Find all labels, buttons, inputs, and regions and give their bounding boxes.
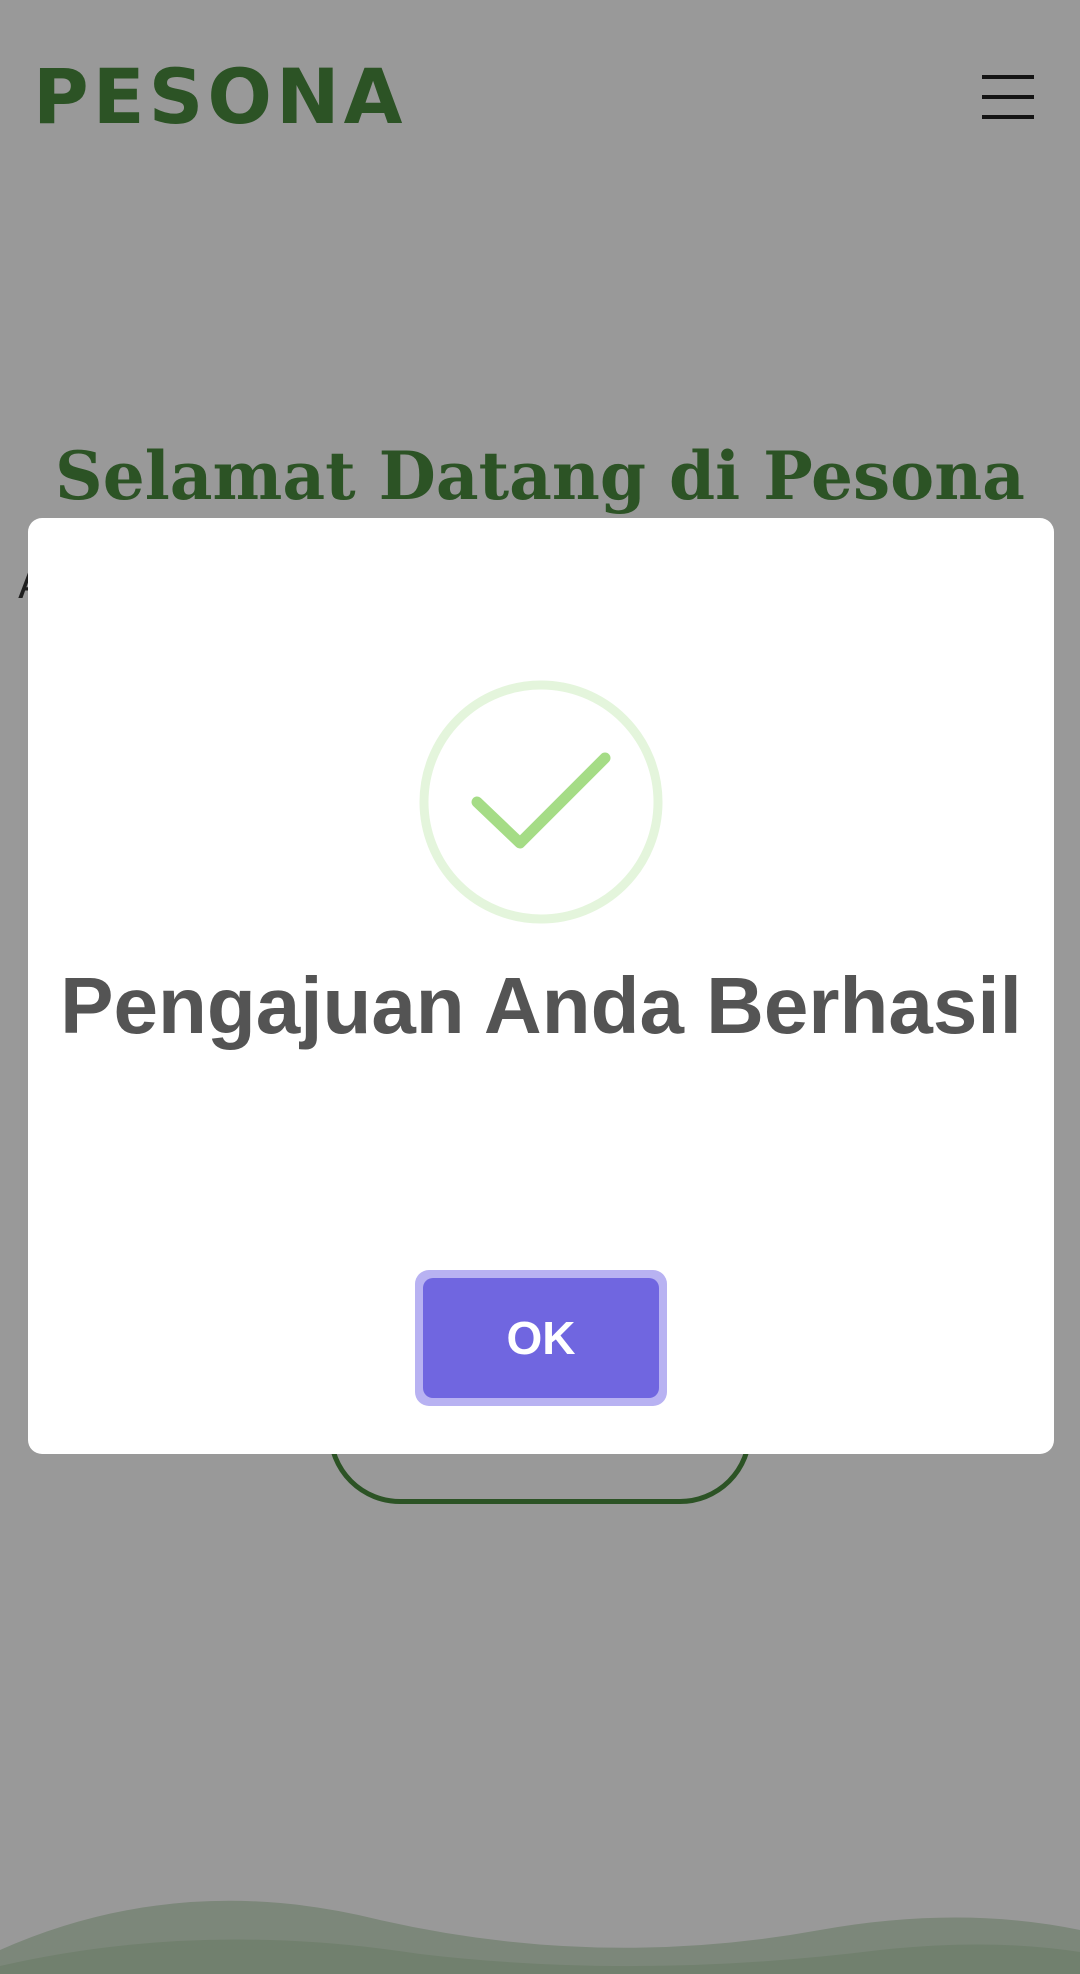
ok-button[interactable]: OK: [423, 1278, 659, 1398]
success-dialog: Pengajuan Anda Berhasil OK: [28, 518, 1054, 1454]
ok-button-focus-ring: OK: [415, 1270, 667, 1406]
success-ring: [419, 680, 663, 924]
check-mark: [471, 752, 611, 849]
success-check-icon: [419, 680, 663, 924]
dialog-title: Pengajuan Anda Berhasil: [60, 961, 1022, 1050]
